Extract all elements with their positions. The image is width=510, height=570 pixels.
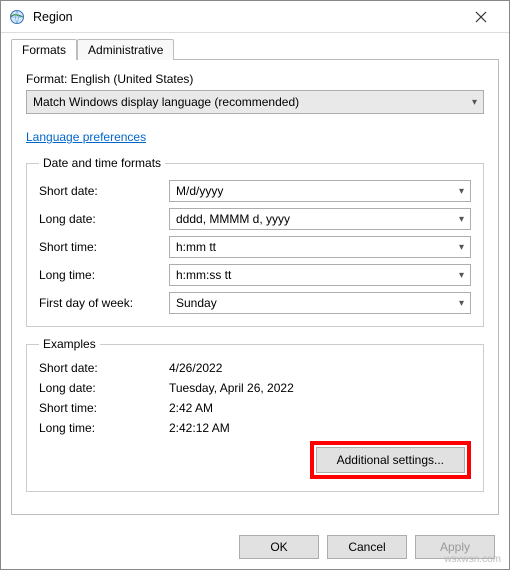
examples-short-time-label: Short time: xyxy=(39,401,169,415)
chevron-down-icon: ▾ xyxy=(459,298,464,309)
date-time-formats-legend: Date and time formats xyxy=(39,156,165,170)
tab-content-formats: Format: English (United States) Match Wi… xyxy=(11,59,499,515)
examples-long-date-label: Long date: xyxy=(39,381,169,395)
format-dropdown-value: Match Windows display language (recommen… xyxy=(33,95,299,109)
long-time-label: Long time: xyxy=(39,268,169,282)
examples-long-time-value: 2:42:12 AM xyxy=(169,421,471,435)
examples-group: Examples Short date: 4/26/2022 Long date… xyxy=(26,337,484,492)
short-time-label: Short time: xyxy=(39,240,169,254)
format-label: Format: English (United States) xyxy=(26,72,484,86)
highlight-annotation: Additional settings... xyxy=(310,441,471,479)
tab-formats[interactable]: Formats xyxy=(11,39,77,60)
short-date-label: Short date: xyxy=(39,184,169,198)
chevron-down-icon: ▾ xyxy=(472,97,477,108)
long-time-value: h:mm:ss tt xyxy=(176,268,231,282)
long-date-value: dddd, MMMM d, yyyy xyxy=(176,212,290,226)
titlebar: Region xyxy=(1,1,509,33)
examples-short-date-label: Short date: xyxy=(39,361,169,375)
examples-legend: Examples xyxy=(39,337,100,351)
examples-long-date-value: Tuesday, April 26, 2022 xyxy=(169,381,471,395)
close-icon xyxy=(475,11,487,23)
tab-row: Formats Administrative xyxy=(1,33,509,60)
first-day-value: Sunday xyxy=(176,296,217,310)
chevron-down-icon: ▾ xyxy=(459,242,464,253)
dialog-footer: OK Cancel Apply xyxy=(1,525,509,569)
globe-icon xyxy=(9,9,25,25)
long-time-dropdown[interactable]: h:mm:ss tt ▾ xyxy=(169,264,471,286)
apply-button: Apply xyxy=(415,535,495,559)
chevron-down-icon: ▾ xyxy=(459,214,464,225)
examples-long-time-label: Long time: xyxy=(39,421,169,435)
ok-button[interactable]: OK xyxy=(239,535,319,559)
examples-short-time-value: 2:42 AM xyxy=(169,401,471,415)
first-day-dropdown[interactable]: Sunday ▾ xyxy=(169,292,471,314)
short-date-value: M/d/yyyy xyxy=(176,184,223,198)
date-time-formats-group: Date and time formats Short date: M/d/yy… xyxy=(26,156,484,327)
region-dialog: Region Formats Administrative Format: En… xyxy=(0,0,510,570)
additional-settings-button[interactable]: Additional settings... xyxy=(316,447,465,473)
cancel-button[interactable]: Cancel xyxy=(327,535,407,559)
chevron-down-icon: ▾ xyxy=(459,186,464,197)
language-preferences-link[interactable]: Language preferences xyxy=(26,130,484,144)
short-time-dropdown[interactable]: h:mm tt ▾ xyxy=(169,236,471,258)
close-button[interactable] xyxy=(461,1,501,32)
short-time-value: h:mm tt xyxy=(176,240,216,254)
format-dropdown[interactable]: Match Windows display language (recommen… xyxy=(26,90,484,114)
window-title: Region xyxy=(33,10,461,24)
tab-administrative[interactable]: Administrative xyxy=(77,39,174,60)
long-date-dropdown[interactable]: dddd, MMMM d, yyyy ▾ xyxy=(169,208,471,230)
long-date-label: Long date: xyxy=(39,212,169,226)
first-day-label: First day of week: xyxy=(39,296,169,310)
examples-short-date-value: 4/26/2022 xyxy=(169,361,471,375)
short-date-dropdown[interactable]: M/d/yyyy ▾ xyxy=(169,180,471,202)
chevron-down-icon: ▾ xyxy=(459,270,464,281)
